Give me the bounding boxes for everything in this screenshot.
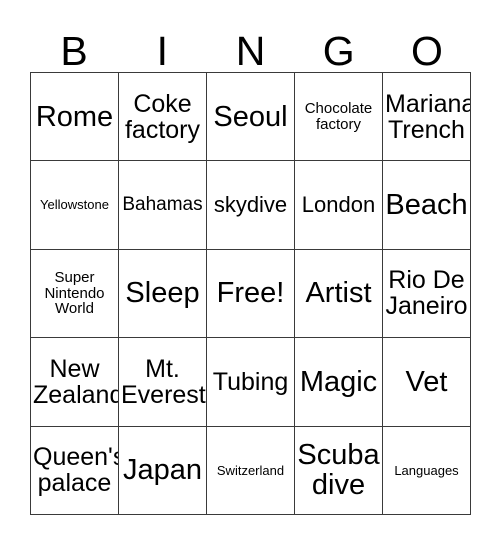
bingo-cell-label: Mariana Trench (385, 89, 471, 144)
bingo-cell-label: skydive (213, 191, 288, 217)
bingo-cell-label: London (301, 191, 376, 217)
bingo-cell-label: Beach (385, 189, 468, 222)
bingo-cell-label: Queen's palace (33, 443, 119, 498)
header-letter-n: N (235, 28, 266, 74)
bingo-cell-r2c3[interactable]: skydive (207, 161, 295, 250)
header-letter-i: I (156, 28, 168, 74)
bingo-cell-label: Mt. Everest (121, 354, 206, 409)
bingo-cell-label: Sleep (125, 277, 200, 310)
bingo-cell-label: Free! (216, 277, 285, 310)
bingo-cell-label: Super Nintendo World (44, 269, 105, 318)
bingo-cell-r4c1[interactable]: New Zealand (31, 338, 119, 427)
bingo-cell-r3c5[interactable]: Rio De Janeiro (383, 249, 471, 339)
bingo-grid: Rome Coke factory Seoul Chocolate factor… (30, 72, 471, 515)
bingo-cell-r4c5[interactable]: Vet (383, 338, 471, 427)
bingo-cell-label: Artist (305, 277, 372, 310)
bingo-cell-label: Seoul (213, 100, 288, 133)
bingo-cell-r3c4[interactable]: Artist (295, 249, 383, 339)
bingo-cell-r5c5[interactable]: Languages (383, 426, 471, 515)
bingo-cell-label: New Zealand (33, 354, 119, 409)
bingo-cell-label: Coke factory (124, 89, 201, 144)
bingo-cell-r5c3[interactable]: Switzerland (207, 426, 295, 515)
header-letter-b: B (60, 28, 88, 74)
bingo-cell-r1c3[interactable]: Seoul (207, 73, 295, 162)
bingo-cell-r2c4[interactable]: London (295, 161, 383, 250)
bingo-card: B I N G O Rome Coke factory Seoul Chocol… (0, 0, 500, 544)
bingo-cell-r3c1[interactable]: Super Nintendo World (31, 249, 119, 339)
bingo-cell-r3c2[interactable]: Sleep (119, 249, 207, 339)
bingo-cell-label: Rio De Janeiro (385, 266, 468, 321)
bingo-cell-label: Switzerland (216, 462, 285, 478)
bingo-cell-label: Rome (35, 100, 114, 133)
bingo-header-row: B I N G O (30, 14, 471, 72)
bingo-cell-label: Bahamas (122, 194, 203, 216)
bingo-cell-r1c2[interactable]: Coke factory (119, 73, 207, 162)
bingo-cell-r1c1[interactable]: Rome (31, 73, 119, 162)
bingo-cell-label: Scuba dive (297, 439, 380, 502)
bingo-cell-r5c1[interactable]: Queen's palace (31, 426, 119, 515)
bingo-cell-label: Chocolate factory (304, 100, 373, 133)
bingo-cell-label: Languages (394, 462, 459, 478)
bingo-cell-r4c3[interactable]: Tubing (207, 338, 295, 427)
bingo-cell-r2c5[interactable]: Beach (383, 161, 471, 250)
bingo-cell-r1c4[interactable]: Chocolate factory (295, 73, 383, 162)
bingo-cell-label: Tubing (212, 367, 289, 396)
header-letter-g: G (322, 28, 355, 74)
bingo-cell-r4c4[interactable]: Magic (295, 338, 383, 427)
bingo-cell-r4c2[interactable]: Mt. Everest (119, 338, 207, 427)
bingo-cell-r2c1[interactable]: Yellowstone (31, 161, 119, 250)
bingo-cell-label: Yellowstone (40, 197, 109, 213)
bingo-cell-free-space[interactable]: Free! (207, 249, 295, 339)
bingo-cell-r5c2[interactable]: Japan (119, 426, 207, 515)
bingo-cell-r5c4[interactable]: Scuba dive (295, 426, 383, 515)
bingo-cell-label: Magic (299, 365, 378, 398)
bingo-cell-label: Vet (405, 365, 448, 398)
bingo-cell-label: Japan (122, 454, 202, 487)
header-letter-o: O (410, 28, 443, 74)
bingo-cell-r1c5[interactable]: Mariana Trench (383, 73, 471, 162)
bingo-cell-r2c2[interactable]: Bahamas (119, 161, 207, 250)
